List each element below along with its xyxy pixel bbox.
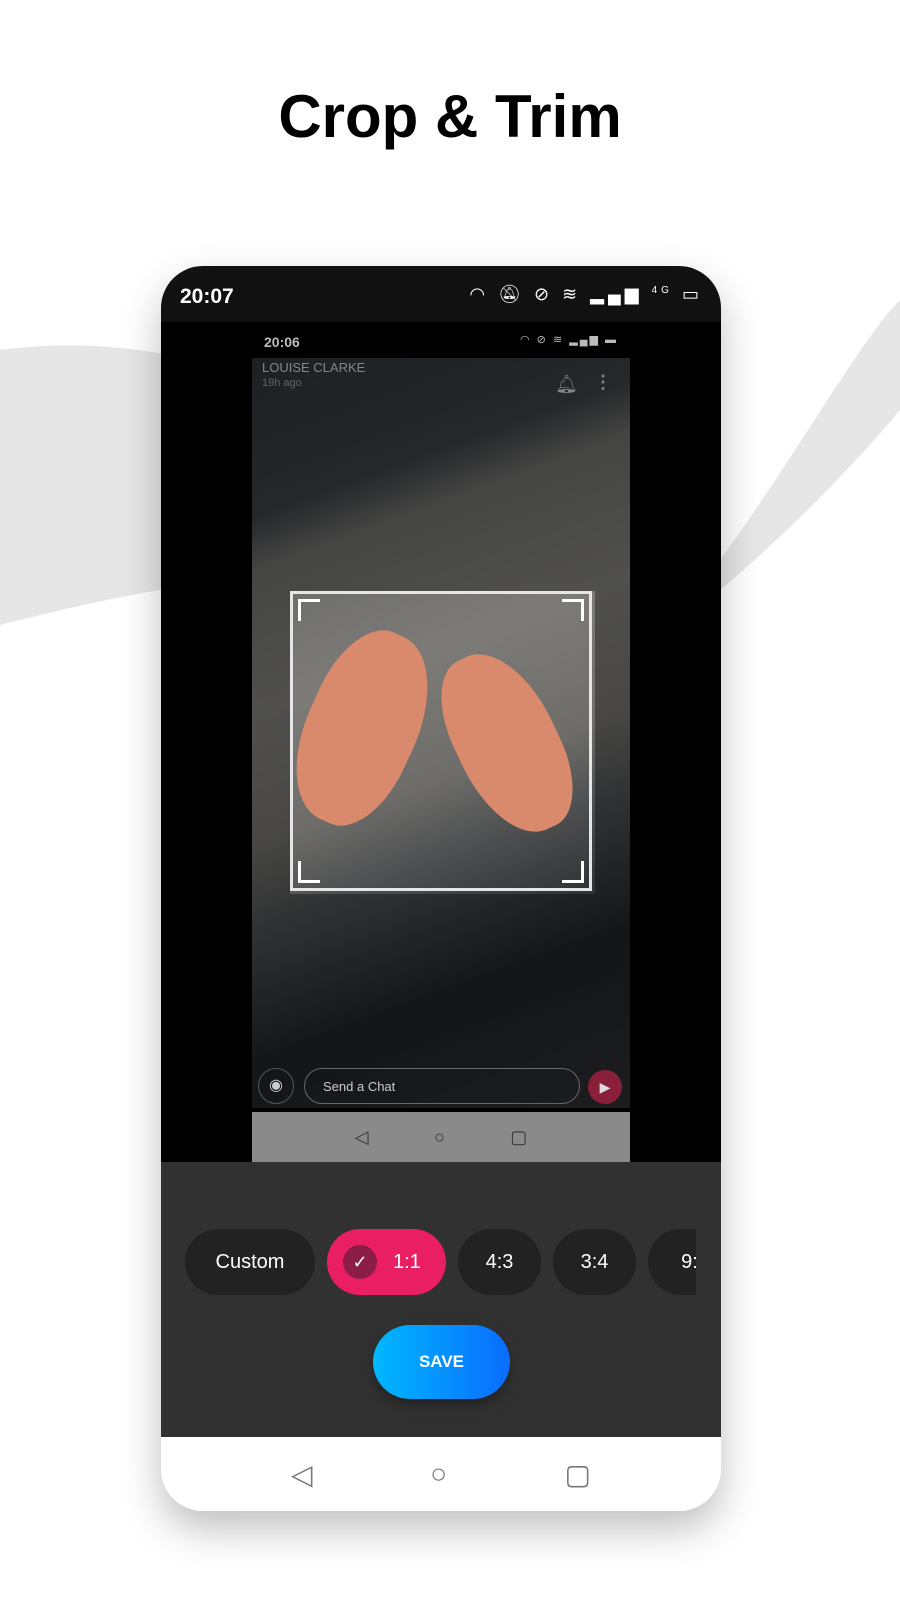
check-icon: ✓	[343, 1245, 377, 1279]
signal-icon: ▂▄▆	[590, 284, 643, 304]
screenshot-status-icons: ◠ ⊘ ≋ ▂▄▆ ▬	[520, 334, 618, 346]
status-time: 20:07	[180, 285, 234, 308]
ratio-3-4[interactable]: 3:4	[553, 1229, 636, 1295]
dnd-icon: ⊘	[533, 284, 554, 304]
headset-icon: ◠	[469, 284, 490, 304]
camera-icon: ◉	[258, 1068, 294, 1104]
back-button[interactable]: ◁	[291, 1458, 313, 1491]
crop-view: 20:06 ◠ ⊘ ≋ ▂▄▆ ▬ LOUISE CLARKE 19h ago …	[161, 322, 721, 1162]
save-button[interactable]: SAVE	[373, 1325, 510, 1399]
crop-mask-left	[252, 591, 290, 894]
ratio-9-16[interactable]: 9:	[648, 1229, 696, 1295]
send-icon: ▶	[588, 1070, 622, 1104]
crop-frame[interactable]	[290, 591, 592, 891]
screenshot-time: 20:06	[264, 334, 300, 350]
crop-mask-top	[252, 358, 630, 591]
home-icon: ○	[433, 1126, 445, 1147]
wifi-icon: ≋	[562, 284, 582, 304]
recents-icon: ▢	[510, 1126, 528, 1147]
crop-controls: Custom ✓ 1:1 4:3 3:4 9: SAVE	[161, 1162, 721, 1437]
status-icons: ◠ 🔕︎ ⊘ ≋ ▂▄▆ 4G ▭	[469, 284, 703, 305]
ratio-label: Custom	[215, 1250, 285, 1273]
ratio-label: 3:4	[580, 1250, 609, 1273]
ratio-label: 1:1	[393, 1250, 421, 1273]
recents-button[interactable]: ▢	[565, 1458, 591, 1491]
status-bar: 20:07 ◠ 🔕︎ ⊘ ≋ ▂▄▆ 4G ▭	[161, 266, 721, 322]
crop-handle-bl[interactable]	[298, 861, 320, 883]
ratio-list[interactable]: Custom ✓ 1:1 4:3 3:4 9:	[185, 1229, 696, 1295]
network-type: 4G	[651, 285, 673, 296]
battery-icon: ▭	[681, 284, 703, 304]
chat-bar: ◉ Send a Chat ▶	[252, 1062, 630, 1108]
screenshot-nav-bar: ◁ ○ ▢	[252, 1112, 630, 1162]
screenshot-status-bar: 20:06 ◠ ⊘ ≋ ▂▄▆ ▬	[252, 322, 630, 358]
ratio-1-1[interactable]: ✓ 1:1	[327, 1229, 446, 1295]
back-icon: ◁	[354, 1126, 369, 1147]
home-button[interactable]: ○	[430, 1458, 447, 1490]
screenshot-image: LOUISE CLARKE 19h ago 🔔︎ ⋮ ◉ Send a Chat…	[252, 358, 630, 1108]
bell-off-icon: 🔕︎	[498, 284, 525, 304]
ratio-custom[interactable]: Custom	[185, 1229, 315, 1295]
crop-handle-tr[interactable]	[562, 599, 584, 621]
nav-bar: ◁ ○ ▢	[161, 1437, 721, 1511]
ratio-label: 9:	[681, 1250, 696, 1273]
ratio-4-3[interactable]: 4:3	[458, 1229, 541, 1295]
ratio-label: 4:3	[485, 1250, 514, 1273]
chat-input: Send a Chat	[304, 1068, 580, 1104]
phone-frame: 20:07 ◠ 🔕︎ ⊘ ≋ ▂▄▆ 4G ▭ 20:06 ◠ ⊘ ≋ ▂▄▆ …	[161, 266, 721, 1511]
crop-handle-tl[interactable]	[298, 599, 320, 621]
crop-mask-right	[595, 591, 630, 894]
crop-handle-br[interactable]	[562, 861, 584, 883]
page-title: Crop & Trim	[278, 83, 622, 150]
